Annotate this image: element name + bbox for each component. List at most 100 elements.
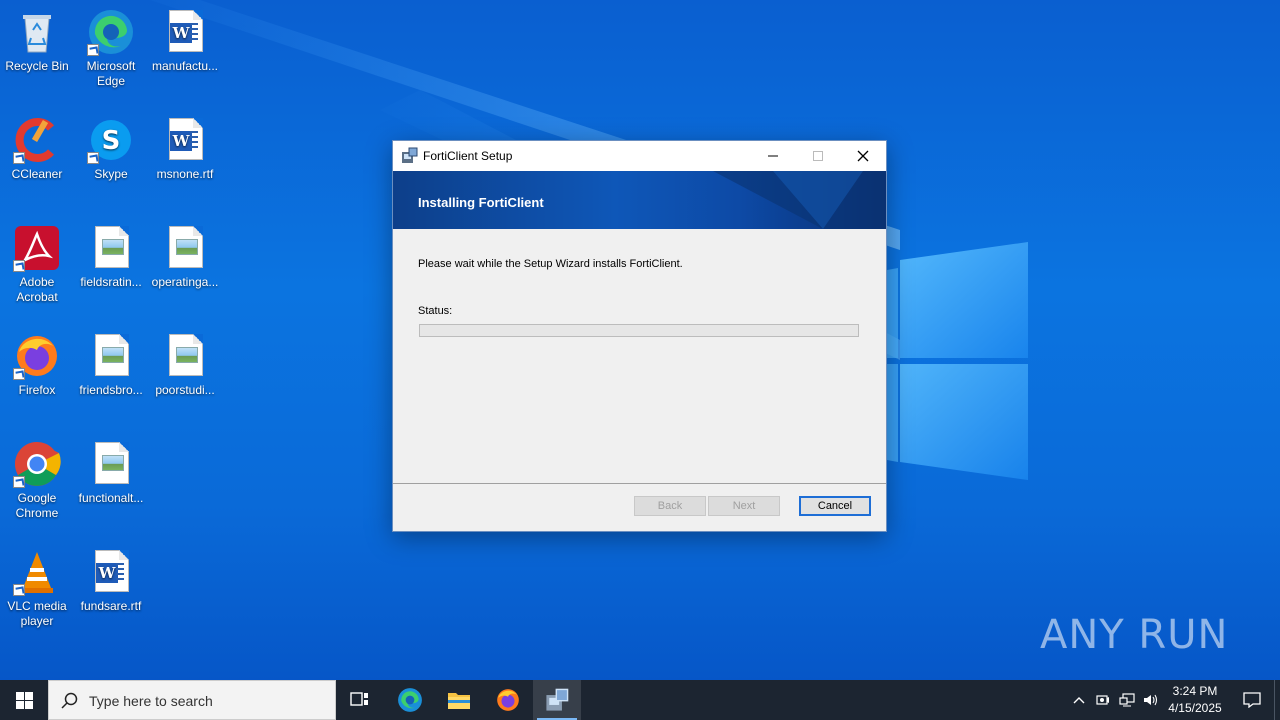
edge-icon bbox=[87, 8, 135, 56]
image-file-icon bbox=[161, 224, 209, 272]
window-title: FortiClient Setup bbox=[423, 149, 513, 163]
windows-logo-icon bbox=[15, 691, 33, 709]
desktop-icon-friendsbro[interactable]: friendsbro... bbox=[74, 332, 148, 398]
taskbar-search-box[interactable]: Type here to search bbox=[48, 680, 336, 720]
desktop-icon-label: Microsoft Edge bbox=[86, 59, 136, 88]
desktop-icon-label: Skype bbox=[94, 167, 128, 181]
button-separator bbox=[393, 483, 886, 484]
desktop-icon-functionalt[interactable]: functionalt... bbox=[74, 440, 148, 506]
clock-date: 4/15/2025 bbox=[1168, 701, 1222, 715]
desktop-icon-vlc[interactable]: VLC media player bbox=[0, 548, 74, 629]
vlc-icon bbox=[13, 548, 61, 596]
task-view-icon bbox=[350, 692, 368, 706]
search-placeholder: Type here to search bbox=[89, 693, 213, 709]
minimize-button[interactable] bbox=[750, 141, 796, 171]
desktop-icon-manufactu[interactable]: W manufactu... bbox=[148, 8, 222, 74]
notification-icon bbox=[1243, 692, 1261, 708]
taskbar-clock[interactable]: 3:24 PM 4/15/2025 bbox=[1160, 683, 1230, 717]
desktop-icon-ccleaner[interactable]: CCleaner bbox=[0, 116, 74, 182]
desktop-icon-firefox[interactable]: Firefox bbox=[0, 332, 74, 398]
desktop-icon-fieldsratin[interactable]: fieldsratin... bbox=[74, 224, 148, 290]
desktop-icon-label: Google Chrome bbox=[15, 491, 59, 520]
desktop-icon-label: operatinga... bbox=[151, 275, 219, 289]
shortcut-arrow-icon bbox=[13, 584, 25, 596]
firefox-icon bbox=[13, 332, 61, 380]
desktop-icon-label: fundsare.rtf bbox=[80, 599, 142, 613]
tray-meet-now[interactable] bbox=[1092, 680, 1114, 720]
install-message: Please wait while the Setup Wizard insta… bbox=[418, 258, 683, 270]
desktop-icon-label: functionalt... bbox=[78, 491, 144, 505]
desktop-icon-label: Recycle Bin bbox=[5, 59, 69, 73]
chrome-icon bbox=[13, 440, 61, 488]
shortcut-arrow-icon bbox=[87, 152, 99, 164]
desktop-icon-recycle-bin[interactable]: Recycle Bin bbox=[0, 8, 74, 74]
close-icon bbox=[857, 150, 869, 162]
firefox-icon bbox=[497, 689, 519, 711]
maximize-icon bbox=[813, 151, 823, 161]
taskbar-firefox[interactable] bbox=[484, 680, 532, 720]
shortcut-arrow-icon bbox=[13, 368, 25, 380]
tray-network[interactable] bbox=[1116, 680, 1138, 720]
desktop-icon-label: CCleaner bbox=[11, 167, 63, 181]
file-explorer-icon bbox=[448, 693, 470, 709]
image-file-icon bbox=[161, 332, 209, 380]
recycle-bin-icon bbox=[13, 8, 61, 56]
show-desktop-button[interactable] bbox=[1274, 680, 1280, 720]
network-icon bbox=[1119, 693, 1135, 707]
anyrun-watermark: ANY RUN bbox=[1040, 612, 1229, 658]
desktop-icon-msnone[interactable]: W msnone.rtf bbox=[148, 116, 222, 182]
notification-center-button[interactable] bbox=[1232, 680, 1272, 720]
desktop-icon-fundsare[interactable]: W fundsare.rtf bbox=[74, 548, 148, 614]
next-button[interactable]: Next bbox=[708, 496, 780, 516]
installer-banner: Installing FortiClient bbox=[393, 171, 886, 229]
cancel-button[interactable]: Cancel bbox=[799, 496, 871, 516]
status-label: Status: bbox=[418, 305, 453, 317]
installer-icon bbox=[546, 688, 569, 711]
show-hidden-icons-button[interactable] bbox=[1068, 680, 1090, 720]
desktop-icon-label: VLC media player bbox=[7, 599, 67, 628]
volume-icon bbox=[1144, 694, 1158, 706]
clock-time: 3:24 PM bbox=[1172, 684, 1218, 698]
desktop-icon-label: friendsbro... bbox=[79, 383, 143, 397]
desktop-icon-label: poorstudi... bbox=[155, 383, 215, 397]
taskbar-installer[interactable] bbox=[533, 680, 581, 720]
desktop-icon-label: Firefox bbox=[18, 383, 56, 397]
start-button[interactable] bbox=[0, 680, 48, 720]
word-doc-icon: W bbox=[87, 548, 135, 596]
tray-volume[interactable] bbox=[1140, 680, 1162, 720]
shortcut-arrow-icon bbox=[13, 476, 25, 488]
acrobat-icon bbox=[13, 224, 61, 272]
back-button[interactable]: Back bbox=[634, 496, 706, 516]
taskbar: Type here to search 3:24 PM 4/15/2025 bbox=[0, 680, 1280, 720]
maximize-button[interactable] bbox=[795, 141, 841, 171]
taskbar-file-explorer[interactable] bbox=[435, 680, 483, 720]
chevron-up-icon bbox=[1073, 697, 1085, 704]
forticlient-setup-window[interactable]: FortiClient Setup Installing FortiClient… bbox=[392, 140, 887, 532]
desktop-icon-adobe-acrobat[interactable]: Adobe Acrobat bbox=[0, 224, 74, 305]
installer-icon bbox=[401, 147, 418, 164]
task-view-button[interactable] bbox=[336, 680, 384, 720]
shortcut-arrow-icon bbox=[13, 152, 25, 164]
shortcut-arrow-icon bbox=[87, 44, 99, 56]
word-doc-icon: W bbox=[161, 116, 209, 164]
desktop-icon-operatinga[interactable]: operatinga... bbox=[148, 224, 222, 290]
desktop-icon-label: fieldsratin... bbox=[80, 275, 142, 289]
image-file-icon bbox=[87, 440, 135, 488]
shortcut-arrow-icon bbox=[13, 260, 25, 272]
desktop-icon-label: Adobe Acrobat bbox=[16, 275, 58, 304]
installer-content: Please wait while the Setup Wizard insta… bbox=[393, 229, 886, 484]
close-button[interactable] bbox=[840, 141, 886, 171]
desktop-icon-label: msnone.rtf bbox=[156, 167, 214, 181]
window-titlebar[interactable]: FortiClient Setup bbox=[393, 141, 886, 171]
banner-title: Installing FortiClient bbox=[418, 195, 544, 210]
taskbar-edge[interactable] bbox=[386, 680, 434, 720]
device-icon bbox=[1096, 695, 1109, 705]
desktop-icon-poorstudi[interactable]: poorstudi... bbox=[148, 332, 222, 398]
word-doc-icon: W bbox=[161, 8, 209, 56]
edge-icon bbox=[398, 688, 422, 712]
desktop-icon-google-chrome[interactable]: Google Chrome bbox=[0, 440, 74, 521]
ccleaner-icon bbox=[13, 116, 61, 164]
desktop-icon-edge[interactable]: Microsoft Edge bbox=[74, 8, 148, 89]
search-icon bbox=[61, 692, 78, 709]
desktop-icon-skype[interactable]: S Skype bbox=[74, 116, 148, 182]
